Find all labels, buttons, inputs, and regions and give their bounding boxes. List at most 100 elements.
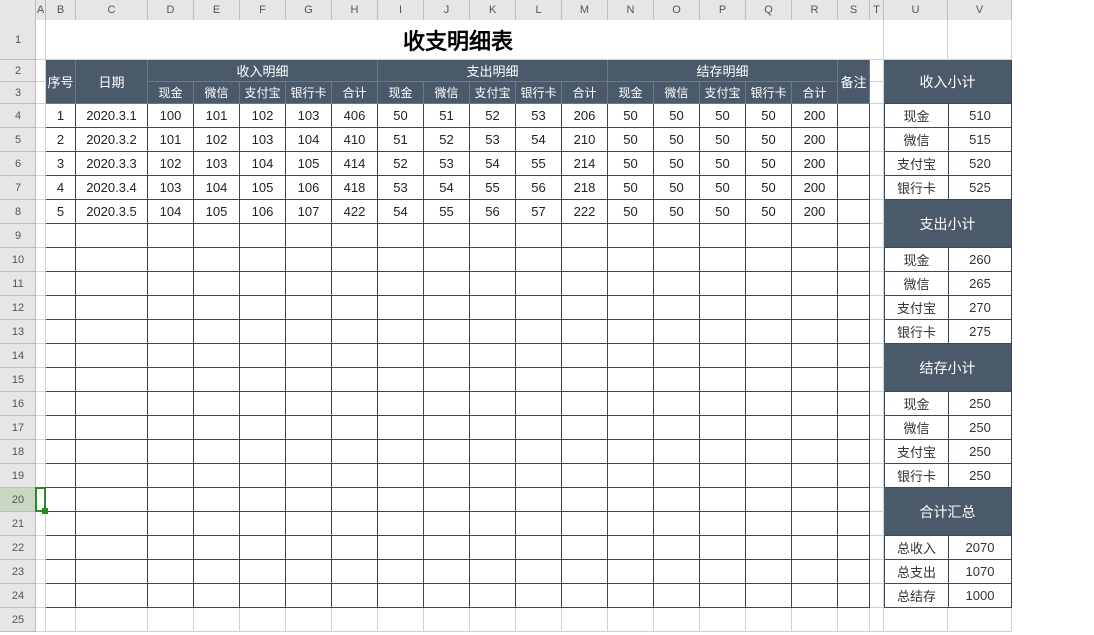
empty-24-13[interactable]	[608, 584, 654, 608]
empty-9-15[interactable]	[700, 224, 746, 248]
data-exp-5-3[interactable]: 54	[516, 128, 562, 152]
empty-20-13[interactable]	[608, 488, 654, 512]
data-inc-4-3[interactable]: 103	[286, 104, 332, 128]
cell-A9[interactable]	[36, 224, 46, 248]
row-head-8[interactable]: 8	[0, 200, 36, 224]
row-head-18[interactable]: 18	[0, 440, 36, 464]
cell-U25[interactable]	[884, 608, 948, 632]
data-bal-7-0[interactable]: 50	[608, 176, 654, 200]
empty-24-16[interactable]	[746, 584, 792, 608]
data-bal-7-4[interactable]: 200	[792, 176, 838, 200]
empty-19-14[interactable]	[654, 464, 700, 488]
row-head-2[interactable]: 2	[0, 60, 36, 82]
empty-13-7[interactable]	[332, 320, 378, 344]
empty-13-2[interactable]	[76, 320, 148, 344]
data-inc-8-1[interactable]: 105	[194, 200, 240, 224]
select-all-corner[interactable]	[0, 0, 36, 20]
empty-21-11[interactable]	[516, 512, 562, 536]
empty-10-2[interactable]	[76, 248, 148, 272]
data-inc-4-1[interactable]: 101	[194, 104, 240, 128]
empty-14-15[interactable]	[700, 344, 746, 368]
data-bal-4-3[interactable]: 50	[746, 104, 792, 128]
empty-17-17[interactable]	[792, 416, 838, 440]
data-remark-4[interactable]	[838, 104, 870, 128]
row-head-25[interactable]: 25	[0, 608, 36, 632]
data-seq-8[interactable]: 5	[46, 200, 76, 224]
data-inc-6-3[interactable]: 105	[286, 152, 332, 176]
col-head-E[interactable]: E	[194, 0, 240, 20]
cell-V1[interactable]	[948, 20, 1012, 60]
empty-16-3[interactable]	[148, 392, 194, 416]
empty-14-9[interactable]	[424, 344, 470, 368]
empty-11-14[interactable]	[654, 272, 700, 296]
empty-19-10[interactable]	[470, 464, 516, 488]
data-exp-8-0[interactable]: 54	[378, 200, 424, 224]
data-remark-8[interactable]	[838, 200, 870, 224]
empty-23-15[interactable]	[700, 560, 746, 584]
empty-15-11[interactable]	[516, 368, 562, 392]
empty-20-7[interactable]	[332, 488, 378, 512]
cell-U1[interactable]	[884, 20, 948, 60]
empty-15-14[interactable]	[654, 368, 700, 392]
data-bal-5-2[interactable]: 50	[700, 128, 746, 152]
row-head-23[interactable]: 23	[0, 560, 36, 584]
row-head-22[interactable]: 22	[0, 536, 36, 560]
empty-15-6[interactable]	[286, 368, 332, 392]
empty-9-10[interactable]	[470, 224, 516, 248]
cell-O25[interactable]	[654, 608, 700, 632]
empty-18-4[interactable]	[194, 440, 240, 464]
cell-T11[interactable]	[870, 272, 884, 296]
empty-18-16[interactable]	[746, 440, 792, 464]
data-bal-8-4[interactable]: 200	[792, 200, 838, 224]
empty-14-14[interactable]	[654, 344, 700, 368]
empty-22-6[interactable]	[286, 536, 332, 560]
empty-19-2[interactable]	[76, 464, 148, 488]
empty-22-13[interactable]	[608, 536, 654, 560]
empty-23-12[interactable]	[562, 560, 608, 584]
empty-11-2[interactable]	[76, 272, 148, 296]
data-inc-5-0[interactable]: 101	[148, 128, 194, 152]
empty-16-15[interactable]	[700, 392, 746, 416]
empty-17-14[interactable]	[654, 416, 700, 440]
empty-9-1[interactable]	[46, 224, 76, 248]
empty-22-3[interactable]	[148, 536, 194, 560]
empty-17-5[interactable]	[240, 416, 286, 440]
empty-22-4[interactable]	[194, 536, 240, 560]
empty-14-16[interactable]	[746, 344, 792, 368]
empty-13-17[interactable]	[792, 320, 838, 344]
col-head-G[interactable]: G	[286, 0, 332, 20]
row-head-10[interactable]: 10	[0, 248, 36, 272]
cell-A10[interactable]	[36, 248, 46, 272]
empty-14-6[interactable]	[286, 344, 332, 368]
empty-14-2[interactable]	[76, 344, 148, 368]
empty-20-18[interactable]	[838, 488, 870, 512]
empty-16-12[interactable]	[562, 392, 608, 416]
cell-A4[interactable]	[36, 104, 46, 128]
cell-K25[interactable]	[470, 608, 516, 632]
empty-19-17[interactable]	[792, 464, 838, 488]
empty-12-11[interactable]	[516, 296, 562, 320]
empty-10-18[interactable]	[838, 248, 870, 272]
empty-9-6[interactable]	[286, 224, 332, 248]
empty-18-8[interactable]	[378, 440, 424, 464]
empty-12-7[interactable]	[332, 296, 378, 320]
empty-11-8[interactable]	[378, 272, 424, 296]
cell-A22[interactable]	[36, 536, 46, 560]
data-exp-4-0[interactable]: 50	[378, 104, 424, 128]
row-head-17[interactable]: 17	[0, 416, 36, 440]
cell-T2[interactable]	[870, 60, 884, 82]
cell-T13[interactable]	[870, 320, 884, 344]
empty-24-12[interactable]	[562, 584, 608, 608]
cell-T25[interactable]	[870, 608, 884, 632]
empty-22-8[interactable]	[378, 536, 424, 560]
cell-L25[interactable]	[516, 608, 562, 632]
empty-24-5[interactable]	[240, 584, 286, 608]
cell-Q25[interactable]	[746, 608, 792, 632]
cell-T1[interactable]	[870, 20, 884, 60]
empty-9-9[interactable]	[424, 224, 470, 248]
empty-14-10[interactable]	[470, 344, 516, 368]
data-inc-4-4[interactable]: 406	[332, 104, 378, 128]
row-head-5[interactable]: 5	[0, 128, 36, 152]
data-exp-6-2[interactable]: 54	[470, 152, 516, 176]
cell-A3[interactable]	[36, 82, 46, 104]
